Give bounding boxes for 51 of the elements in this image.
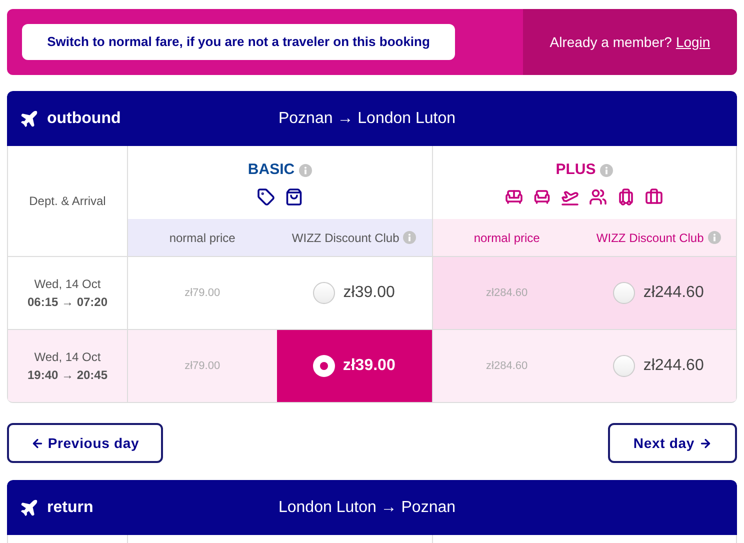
plane-icon xyxy=(19,108,39,128)
member-text: Already a member? xyxy=(550,32,672,52)
subheader-label: normal price xyxy=(472,230,541,246)
route-text: Poznan → London Luton xyxy=(277,108,457,128)
info-icon[interactable] xyxy=(298,164,312,177)
normal-price: zł79.00 xyxy=(184,358,220,374)
flight-date: Wed, 14 Oct xyxy=(34,349,101,366)
normal-price: zł79.00 xyxy=(184,286,220,301)
price-cell[interactable]: zł244.60 xyxy=(581,330,736,402)
normal-price: zł284.60 xyxy=(486,286,528,301)
armchair-icon xyxy=(533,188,552,206)
club-price: zł39.00 xyxy=(342,356,396,376)
switch-fare-button[interactable]: Switch to normal fare, if you are not a traveler on this booking xyxy=(22,24,455,60)
fare-name: BASIC xyxy=(248,160,295,180)
arrow-left-icon xyxy=(30,436,44,450)
tag-icon xyxy=(256,188,275,206)
arrow-right-icon xyxy=(698,436,712,450)
subheader-label: WIZZ Discount Club xyxy=(596,230,704,246)
luggage-icon xyxy=(617,188,636,206)
flight-date: Wed, 14 Oct xyxy=(34,276,101,293)
club-price: zł244.60 xyxy=(643,356,704,376)
radio-button[interactable] xyxy=(613,282,636,304)
info-icon[interactable] xyxy=(708,231,721,244)
info-icon[interactable] xyxy=(600,164,613,177)
route-text: London Luton → Poznan xyxy=(277,498,457,518)
radio-button[interactable] xyxy=(613,355,636,377)
briefcase-icon xyxy=(645,188,664,206)
info-icon[interactable] xyxy=(403,231,416,244)
bag-icon xyxy=(284,188,303,206)
direction-label: outbound xyxy=(47,108,121,128)
next-day-button[interactable]: Next day xyxy=(608,423,737,463)
selected-price-cell[interactable]: zł39.00 xyxy=(276,330,432,402)
price-cell[interactable]: zł244.60 xyxy=(581,257,736,329)
login-link[interactable]: Login xyxy=(676,32,710,52)
people-icon xyxy=(589,188,608,206)
normal-price: zł284.60 xyxy=(486,358,528,374)
radio-button[interactable] xyxy=(313,282,336,304)
price-cell[interactable]: zł39.00 xyxy=(276,257,432,329)
flight-row[interactable]: Wed, 14 Oct 19:40 → 20:45 zł79.00 zł39.00 zł284.60 zł244.60 xyxy=(7,329,737,402)
seat-icon xyxy=(505,188,524,206)
subheader-label: WIZZ Discount Club xyxy=(292,230,400,246)
subheader-label: normal price xyxy=(168,230,236,246)
fare-name: PLUS xyxy=(556,160,596,180)
club-price: zł39.00 xyxy=(343,283,395,303)
radio-button[interactable] xyxy=(312,355,335,377)
previous-day-button[interactable]: Previous day xyxy=(7,423,163,463)
flight-times: 06:15 → 07:20 xyxy=(27,294,108,311)
plane-icon xyxy=(19,498,39,518)
club-price: zł244.60 xyxy=(643,283,704,303)
flight-times: 19:40 → 20:45 xyxy=(27,367,108,384)
direction-label: return xyxy=(47,498,94,518)
